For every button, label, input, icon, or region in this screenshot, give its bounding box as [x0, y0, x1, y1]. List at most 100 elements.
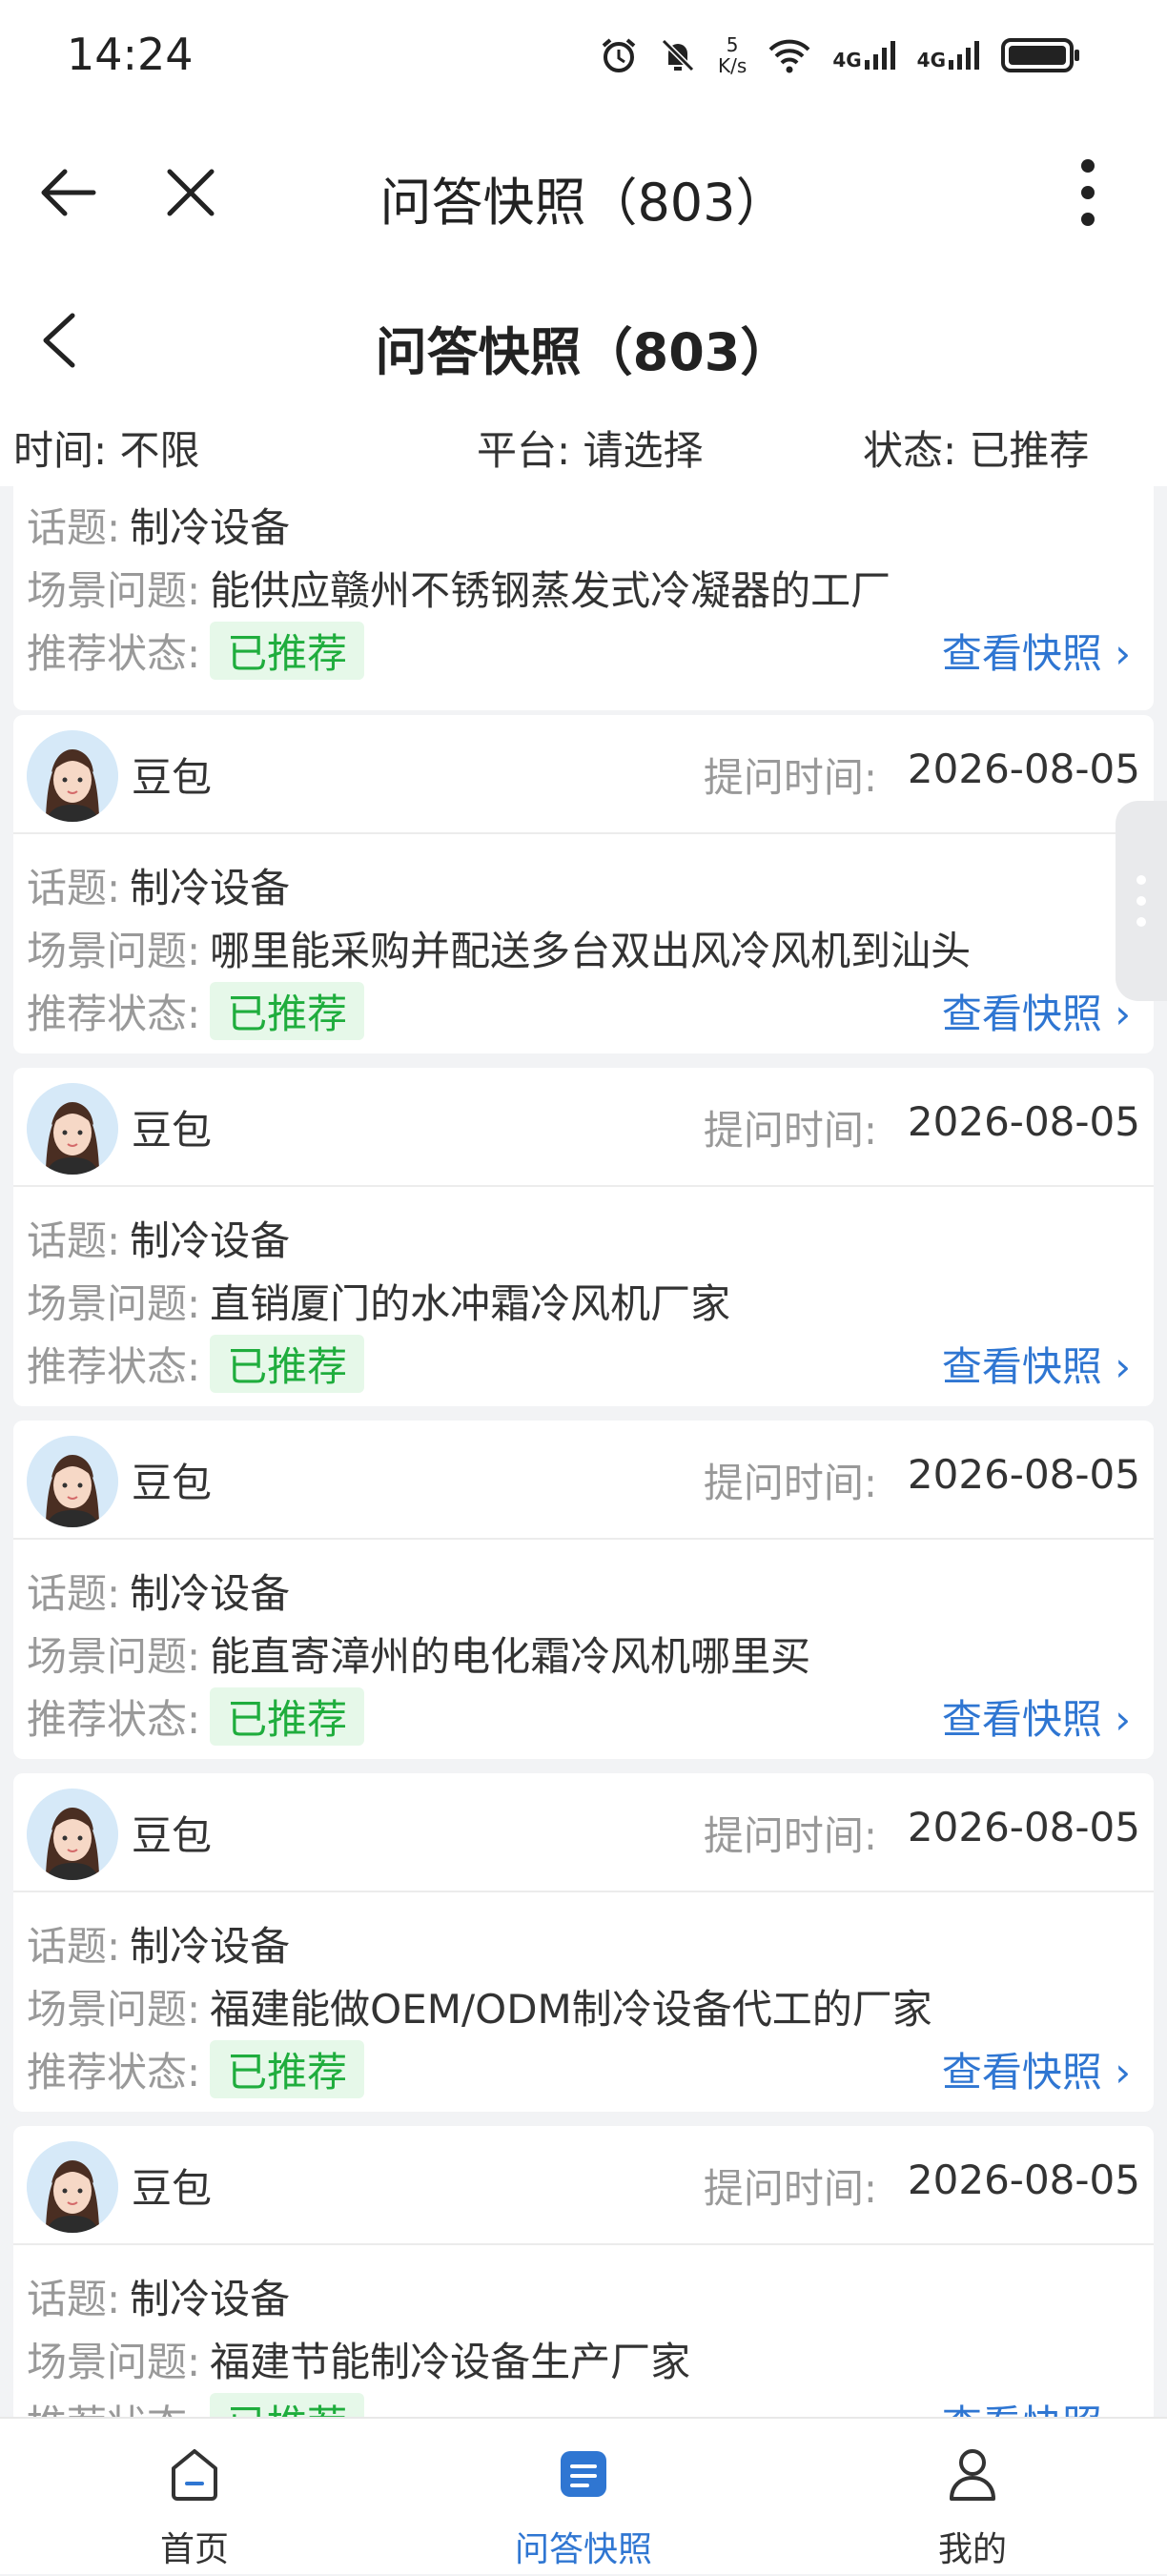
view-snapshot-link[interactable]: 查看快照 › — [942, 1687, 1131, 1746]
platform-filter[interactable]: 平台: 请选择 — [477, 419, 704, 477]
home-icon — [172, 2449, 217, 2501]
topic-label: 话题: — [27, 2276, 121, 2322]
status-filter[interactable]: 状态: 已推荐 — [863, 419, 1090, 477]
topic-label: 话题: — [27, 1217, 121, 1264]
user-name: 豆包 — [132, 1460, 213, 1506]
list-item: 豆包 提问时间: 2026-08-05 话题: 制冷设备 场景问题: 能直寄漳州的电化霜冷风… — [13, 1421, 1154, 1759]
topic-label: 话题: — [27, 865, 121, 911]
scene-label: 场景问题: — [27, 928, 201, 974]
scene-label: 场景问题: — [27, 567, 201, 614]
view-snapshot-link[interactable]: 查看快照 › — [942, 2393, 1131, 2417]
list-item: 豆包 提问时间: 2026-08-05 话题: 制冷设备 场景问题: 哪里能采购并配送多台双… — [13, 715, 1154, 1053]
topic-label: 话题: — [27, 504, 121, 551]
status-bar: 14:24 5 K/s 4G 4G — [0, 0, 1167, 114]
network-type-2: 4G — [916, 49, 946, 72]
topic-row: 话题: 制冷设备 — [27, 1562, 290, 1620]
status-label: 推荐状态: — [27, 991, 201, 1037]
status-row: 推荐状态:已推荐 — [27, 2040, 365, 2098]
scene-label: 场景问题: — [27, 1280, 201, 1327]
scene-label: 场景问题: — [27, 1633, 201, 1680]
page-title: 问答快照（803） — [375, 322, 792, 382]
topic-label: 话题: — [27, 1923, 121, 1970]
avatar-image — [27, 1789, 118, 1880]
time-filter-value: 不限 — [119, 427, 200, 474]
card-header: 豆包 提问时间: 2026-08-05 — [13, 1773, 1154, 1892]
view-snapshot-label: 查看快照 — [942, 2402, 1102, 2417]
scene-label: 场景问题: — [27, 2339, 201, 2385]
status-row: 推荐状态:已推荐 — [27, 622, 365, 680]
ask-time-value: 2026-08-05 — [907, 2157, 1140, 2203]
tab-home[interactable]: 首页 — [0, 2419, 389, 2576]
network-type-1: 4G — [832, 49, 862, 72]
list-item: 豆包 提问时间: 2026-08-05 话题: 制冷设备 场景问题: 直销厦门的水冲霜冷风机… — [13, 1068, 1154, 1406]
avatar-image — [27, 730, 118, 822]
user-name: 豆包 — [132, 754, 213, 801]
topic-value: 制冷设备 — [130, 865, 291, 911]
platform-filter-label: 平台: — [477, 427, 571, 474]
topic-row: 话题: 制冷设备 — [27, 1209, 290, 1267]
status-row: 推荐状态:已推荐 — [27, 2393, 365, 2417]
ask-time-value: 2026-08-05 — [907, 1451, 1140, 1498]
signal-bars-icon — [949, 41, 979, 70]
status-badge: 已推荐 — [210, 1687, 365, 1746]
avatar — [27, 1083, 118, 1175]
avatar-image — [27, 1083, 118, 1175]
user-name: 豆包 — [132, 2165, 213, 2212]
card-header: 豆包 提问时间: 2026-08-05 — [13, 2126, 1154, 2245]
battery-icon — [1001, 38, 1079, 72]
time-filter[interactable]: 时间: 不限 — [13, 419, 200, 477]
view-snapshot-label: 查看快照 — [941, 630, 1102, 677]
browser-title: 问答快照（803） — [379, 173, 788, 233]
topic-row: 话题: 制冷设备 — [27, 2267, 290, 2325]
tab-qa-snapshot[interactable]: 问答快照 — [389, 2419, 778, 2576]
scene-row: 场景问题: 福建节能制冷设备生产厂家 — [27, 2330, 690, 2388]
cell-signal-2: 4G — [917, 39, 980, 72]
view-snapshot-label: 查看快照 — [941, 1343, 1102, 1390]
side-drag-handle[interactable] — [1116, 801, 1167, 1001]
alarm-icon — [602, 38, 636, 72]
speed-value: 5 — [726, 33, 739, 56]
ask-time-value: 2026-08-05 — [907, 1098, 1140, 1145]
scene-label: 场景问题: — [27, 1986, 201, 2033]
wifi-icon — [768, 39, 810, 73]
status-label: 推荐状态: — [27, 2049, 201, 2096]
tab-mine[interactable]: 我的 — [778, 2419, 1167, 2576]
status-badge: 已推荐 — [210, 982, 365, 1040]
ask-time-label: 提问时间: — [703, 2165, 877, 2212]
topic-value: 制冷设备 — [130, 1570, 291, 1617]
topic-row: 话题: 制冷设备 — [27, 856, 290, 914]
view-snapshot-label: 查看快照 — [941, 1696, 1102, 1743]
status-time: 14:24 — [67, 29, 194, 80]
scene-value: 福建能做OEM/ODM制冷设备代工的厂家 — [210, 1986, 932, 2033]
tab-home-label: 首页 — [159, 2530, 229, 2569]
ask-time-value: 2026-08-05 — [907, 746, 1140, 792]
scene-value: 福建节能制冷设备生产厂家 — [210, 2339, 691, 2385]
snapshot-list: 话题: 制冷设备 场景问题: 能供应赣州不锈钢蒸发式冷凝器的工厂 推荐状态: 已推荐 … — [0, 486, 1167, 2417]
scene-value: 能供应赣州不锈钢蒸发式冷凝器的工厂 — [210, 567, 891, 614]
status-filter-value: 已推荐 — [969, 427, 1090, 474]
page-header: 问答快照（803） — [0, 272, 1167, 405]
scene-row: 场景问题: 福建能做OEM/ODM制冷设备代工的厂家 — [27, 1977, 932, 2035]
signal-bars-icon — [864, 41, 895, 70]
chevron-right-icon: › — [1115, 2402, 1131, 2417]
filter-bar: 时间: 不限 平台: 请选择 状态: 已推荐 — [0, 405, 1167, 486]
view-snapshot-link[interactable]: 查看快照 › — [942, 1335, 1131, 1393]
ask-time-label: 提问时间: — [703, 1107, 877, 1154]
card-header: 豆包 提问时间: 2026-08-05 — [13, 1421, 1154, 1540]
ask-time-label: 提问时间: — [703, 1812, 877, 1859]
network-speed: 5 K/s — [718, 34, 747, 76]
view-snapshot-link[interactable]: 查看快照 › — [942, 2040, 1131, 2098]
view-snapshot-link[interactable]: 查看快照 › — [942, 982, 1131, 1040]
list-item: 豆包 提问时间: 2026-08-05 话题: 制冷设备 场景问题: 福建节能制冷设备生产厂… — [13, 2126, 1154, 2417]
status-row: 推荐状态:已推荐 — [27, 1687, 365, 1746]
topic-value: 制冷设备 — [130, 2276, 291, 2322]
bottom-tab-bar: 首页 问答快照 我的 — [0, 2417, 1167, 2574]
view-snapshot-link[interactable]: 查看快照 › — [942, 622, 1131, 680]
user-icon — [950, 2449, 995, 2501]
more-menu-icon[interactable] — [1072, 156, 1104, 229]
browser-toolbar: 问答快照（803） — [0, 114, 1167, 272]
topic-label: 话题: — [27, 1570, 121, 1617]
ask-time-label: 提问时间: — [703, 754, 877, 801]
chevron-right-icon: › — [1115, 1343, 1131, 1390]
speed-unit: K/s — [718, 54, 747, 77]
